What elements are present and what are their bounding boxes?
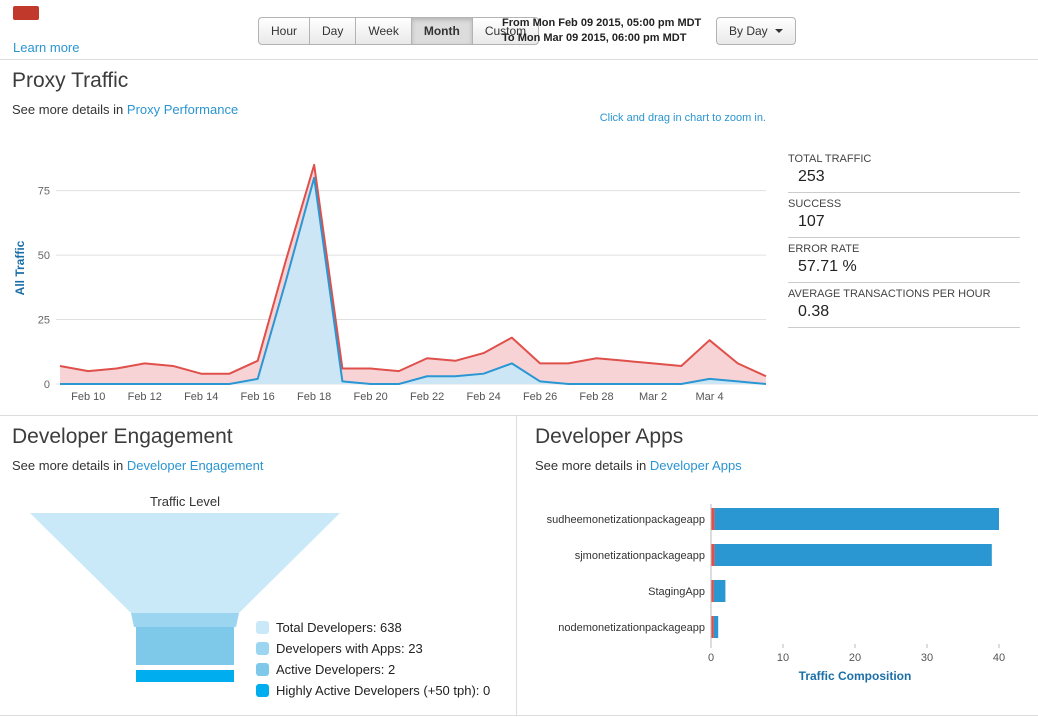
to-label: To <box>502 32 515 44</box>
developer-apps-section: Developer Apps See more details in Devel… <box>517 416 1038 715</box>
proxy-stats-panel: TOTAL TRAFFIC 253 SUCCESS 107 ERROR RATE… <box>788 148 1020 328</box>
learn-more-link[interactable]: Learn more <box>13 40 79 55</box>
svg-text:30: 30 <box>921 652 933 664</box>
developer-engagement-title: Developer Engagement <box>12 425 233 448</box>
funnel-chart-title: Traffic Level <box>149 494 221 509</box>
svg-text:Feb 16: Feb 16 <box>241 391 275 403</box>
date-range-from: From Mon Feb 09 2015, 05:00 pm MDT <box>502 16 701 31</box>
top-toolbar: Learn more Hour Day Week Month Custom Fr… <box>0 0 1038 60</box>
proxy-performance-link[interactable]: Proxy Performance <box>127 102 238 117</box>
svg-text:Feb 14: Feb 14 <box>184 391 218 403</box>
legend-swatch <box>256 684 269 697</box>
stat-value: 107 <box>798 213 825 230</box>
date-range-display: From Mon Feb 09 2015, 05:00 pm MDT To Mo… <box>502 16 701 46</box>
svg-text:Feb 26: Feb 26 <box>523 391 557 403</box>
legend-swatch <box>256 621 269 634</box>
svg-text:Feb 20: Feb 20 <box>354 391 388 403</box>
stat-value: 253 <box>798 168 825 185</box>
bottom-row: Developer Engagement See more details in… <box>0 416 1038 716</box>
svg-text:Feb 12: Feb 12 <box>128 391 162 403</box>
legend-swatch <box>256 642 269 655</box>
date-range-to: To Mon Mar 09 2015, 06:00 pm MDT <box>502 31 701 46</box>
svg-text:sudheemonetizationpackageapp: sudheemonetizationpackageapp <box>547 514 705 526</box>
svg-text:50: 50 <box>38 250 50 262</box>
proxy-traffic-section: Proxy Traffic See more details in Proxy … <box>0 60 1038 416</box>
svg-text:Feb 28: Feb 28 <box>579 391 613 403</box>
legend-label: Highly Active Developers (+50 tph): 0 <box>276 683 491 698</box>
developer-engagement-link[interactable]: Developer Engagement <box>127 458 264 473</box>
stat-total-traffic: TOTAL TRAFFIC 253 <box>788 148 1020 193</box>
caret-down-icon <box>774 29 783 33</box>
svg-text:0: 0 <box>708 652 714 664</box>
legend-label: Active Developers: 2 <box>276 662 396 677</box>
proxy-traffic-chart[interactable]: 0 25 50 75 Feb 10 Feb 12 Feb 14 Feb 16 Feb 18 Feb… <box>8 138 778 410</box>
stat-value: 57.71 % <box>798 258 857 275</box>
range-button-day[interactable]: Day <box>309 17 357 45</box>
stat-label: SUCCESS <box>788 198 842 210</box>
stat-value: 0.38 <box>798 303 830 320</box>
group-by-button[interactable]: By Day <box>716 17 796 45</box>
svg-text:All Traffic: All Traffic <box>13 240 27 295</box>
range-button-week[interactable]: Week <box>355 17 412 45</box>
subtitle-prefix: See more details in <box>12 102 127 117</box>
date-range-button-group: Hour Day Week Month Custom <box>258 17 540 45</box>
svg-text:10: 10 <box>777 652 789 664</box>
svg-text:0: 0 <box>44 379 50 391</box>
funnel-legend: Total Developers: 638 Developers with Ap… <box>256 620 490 704</box>
stat-label: ERROR RATE <box>788 243 860 255</box>
svg-text:40: 40 <box>993 652 1005 664</box>
range-button-hour[interactable]: Hour <box>258 17 311 45</box>
developer-apps-bar-chart[interactable]: sudheemonetizationpackageapp sjmonetizati… <box>527 504 1027 684</box>
stat-success: SUCCESS 107 <box>788 193 1020 238</box>
svg-text:nodemonetizationpackageapp: nodemonetizationpackageapp <box>558 622 705 634</box>
developer-engagement-section: Developer Engagement See more details in… <box>0 416 517 715</box>
legend-item-developers-with-apps: Developers with Apps: 23 <box>256 641 490 656</box>
svg-text:Mar 2: Mar 2 <box>639 391 667 403</box>
proxy-traffic-title: Proxy Traffic <box>12 69 129 92</box>
svg-text:Feb 22: Feb 22 <box>410 391 444 403</box>
legend-swatch <box>256 663 269 676</box>
svg-text:sjmonetizationpackageapp: sjmonetizationpackageapp <box>575 550 705 562</box>
svg-text:StagingApp: StagingApp <box>648 586 705 598</box>
developer-apps-link[interactable]: Developer Apps <box>650 458 742 473</box>
from-label: From <box>502 17 530 29</box>
developer-engagement-subtitle: See more details in Developer Engagement <box>0 449 516 473</box>
legend-item-highly-active-developers: Highly Active Developers (+50 tph): 0 <box>256 683 490 698</box>
legend-label: Developers with Apps: 23 <box>276 641 423 656</box>
developer-apps-subtitle: See more details in Developer Apps <box>517 449 1038 473</box>
group-by-label: By Day <box>729 24 768 38</box>
proxy-traffic-subtitle: See more details in Proxy Performance <box>0 93 1038 117</box>
stat-avg-tph: AVERAGE TRANSACTIONS PER HOUR 0.38 <box>788 283 1020 328</box>
svg-text:Feb 18: Feb 18 <box>297 391 331 403</box>
legend-item-total-developers: Total Developers: 638 <box>256 620 490 635</box>
svg-text:Traffic Composition: Traffic Composition <box>799 669 912 683</box>
brand-mark <box>13 6 39 20</box>
stat-error-rate: ERROR RATE 57.71 % <box>788 238 1020 283</box>
svg-text:Feb 24: Feb 24 <box>466 391 500 403</box>
from-value: Mon Feb 09 2015, 05:00 pm MDT <box>532 17 702 29</box>
developer-apps-title: Developer Apps <box>535 425 684 448</box>
svg-text:Mar 4: Mar 4 <box>695 391 723 403</box>
svg-text:75: 75 <box>38 186 50 198</box>
range-button-month[interactable]: Month <box>410 17 473 45</box>
stat-label: AVERAGE TRANSACTIONS PER HOUR <box>788 288 991 300</box>
subtitle-prefix: See more details in <box>12 458 127 473</box>
legend-item-active-developers: Active Developers: 2 <box>256 662 490 677</box>
svg-text:25: 25 <box>38 315 50 327</box>
chart-zoom-hint: Click and drag in chart to zoom in. <box>599 112 766 124</box>
legend-label: Total Developers: 638 <box>276 620 402 635</box>
to-value: Mon Mar 09 2015, 06:00 pm MDT <box>517 32 687 44</box>
svg-text:20: 20 <box>849 652 861 664</box>
svg-text:Feb 10: Feb 10 <box>71 391 105 403</box>
stat-label: TOTAL TRAFFIC <box>788 153 872 165</box>
subtitle-prefix: See more details in <box>535 458 650 473</box>
